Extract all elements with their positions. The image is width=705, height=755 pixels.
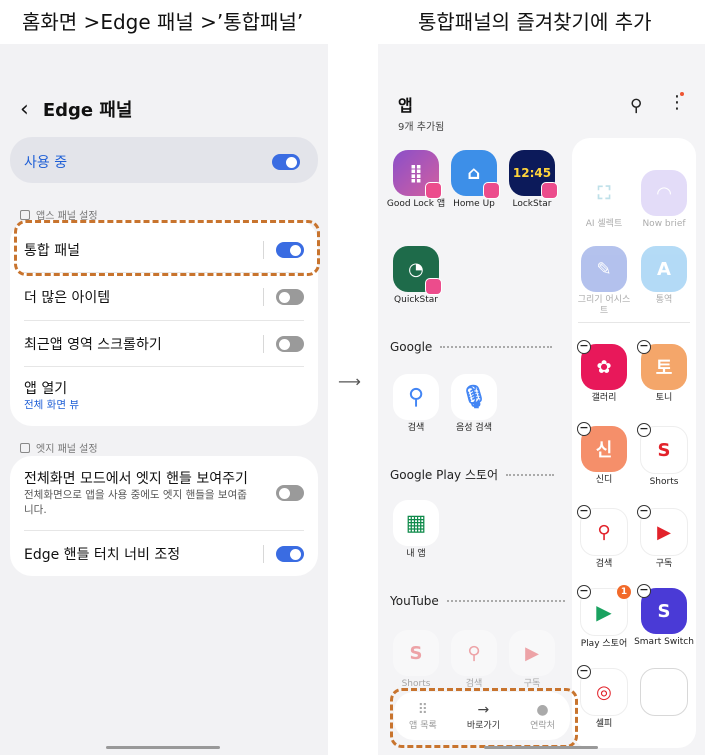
added-count: 9개 추가됨 — [398, 122, 445, 133]
handle-width-toggle[interactable] — [276, 546, 304, 562]
row-more-items[interactable]: 더 많은 아이템 — [24, 287, 304, 307]
edge-settings-card: 전체화면 모드에서 엣지 핸들 보여주기 전체화면으로 앱을 사용 중에도 엣지… — [10, 456, 318, 576]
row-label: 앱 열기 — [24, 381, 68, 397]
yt-search-icon: ⚲ − — [577, 505, 628, 556]
app-good-lock[interactable]: ⣿ Good Lock 앱 — [386, 150, 446, 210]
group-google: Google — [390, 340, 553, 354]
my-apps-icon: ▦ — [393, 500, 439, 546]
fav-empty-slot[interactable] — [634, 668, 694, 716]
google-search-icon: ⚲ — [393, 374, 439, 420]
arrow-right-icon: ⟶ — [338, 372, 361, 391]
interpreter-icon: A — [641, 246, 687, 292]
fav-yt-search[interactable]: ⚲ − 검색 — [574, 505, 634, 570]
app-yt-subscribe[interactable]: ▶ 구독 — [502, 630, 562, 690]
app-my-apps[interactable]: ▦ 내 앱 — [386, 500, 446, 560]
app-yt-shorts[interactable]: S Shorts — [386, 630, 446, 690]
home-indicator — [484, 746, 598, 749]
fav-ai-select[interactable]: ⛶ AI 셀렉트 — [574, 170, 634, 230]
quickstar-icon: ◔ — [393, 246, 442, 295]
row-sublabel: 전체화면으로 앱을 사용 중에도 엣지 핸들을 보여줍니다. — [24, 489, 247, 516]
yt-search-icon: ⚲ — [451, 630, 497, 676]
row-label: Edge 핸들 터치 너비 조정 — [24, 547, 181, 563]
row-fullscreen-handle[interactable]: 전체화면 모드에서 엣지 핸들 보여주기 전체화면으로 앱을 사용 중에도 엣지… — [24, 468, 304, 518]
more-options-icon[interactable]: ⋮ — [668, 94, 686, 112]
fav-smart-switch[interactable]: S − Smart Switch — [634, 584, 694, 648]
subscriptions-icon: ▶ — [509, 630, 555, 676]
panel-icon — [20, 442, 30, 453]
play-store-icon: ▶ − 1 — [577, 585, 631, 636]
row-open-apps[interactable]: 앱 열기 전체 화면 뷰 — [24, 378, 304, 413]
row-label: 더 많은 아이템 — [24, 290, 111, 306]
fav-gallery[interactable]: ✿ − 갤러리 — [574, 340, 634, 404]
right-caption: 통합패널의 즐겨찾기에 추가 — [418, 10, 652, 34]
fullscreen-handle-toggle[interactable] — [276, 485, 304, 501]
home-up-icon: ⌂ — [451, 150, 500, 199]
subscriptions-icon: ▶ − — [637, 505, 688, 556]
page-title: Edge 패널 — [42, 100, 133, 121]
integrated-panel-screen: 앱 9개 추가됨 ⚲ ⋮ ⣿ Good Lock 앱 ⌂ Home Up 12:… — [378, 44, 705, 755]
app-quickstar[interactable]: ◔ QuickStar — [386, 246, 446, 306]
highlight-integrated-panel — [14, 220, 320, 276]
play-store-badge: 1 — [617, 585, 631, 599]
notification-dot — [680, 92, 684, 96]
app-lockstar[interactable]: 12:45 LockStar — [502, 150, 562, 210]
lockstar-icon: 12:45 — [509, 150, 558, 199]
panel-icon — [20, 209, 30, 220]
more-items-toggle[interactable] — [276, 289, 304, 305]
app-yt-search[interactable]: ⚲ 검색 — [444, 630, 504, 690]
fav-interpreter[interactable]: A 통역 — [634, 246, 694, 306]
app-google-voice[interactable]: 🎙 음성 검색 — [444, 374, 504, 434]
microphone-icon: 🎙 — [451, 374, 497, 420]
master-switch-label: 사용 중 — [24, 155, 68, 171]
section-header-edge: 엣지 패널 설정 — [20, 440, 98, 455]
gallery-icon: ✿ − — [577, 340, 627, 390]
ai-select-icon: ⛶ — [581, 170, 627, 216]
row-label: 전체화면 모드에서 엣지 핸들 보여주기 — [24, 471, 248, 487]
smart-switch-icon: S − — [637, 584, 687, 634]
row-sublabel: 전체 화면 뷰 — [24, 399, 79, 411]
fav-selfie[interactable]: ◎ − 셀피 — [574, 665, 634, 730]
fav-yt-subscribe[interactable]: ▶ − 구독 — [634, 505, 694, 570]
search-icon[interactable]: ⚲ — [630, 96, 642, 116]
fav-now-brief[interactable]: ◠ Now brief — [634, 170, 694, 230]
edge-panel-settings-screen: ‹ Edge 패널 사용 중 앱스 패널 설정 통합 패널 더 많은 아이템 최… — [0, 44, 328, 755]
row-handle-width[interactable]: Edge 핸들 터치 너비 조정 — [24, 544, 304, 564]
fav-sketch-assist[interactable]: ✎ 그리기 어시스트 — [574, 246, 634, 317]
fav-play-store[interactable]: ▶ − 1 Play 스토어 — [574, 585, 634, 650]
now-brief-icon: ◠ — [641, 170, 687, 216]
camera-icon: ◎ − — [577, 665, 628, 716]
panel-title: 앱 — [398, 96, 413, 115]
app-home-up[interactable]: ⌂ Home Up — [444, 150, 504, 210]
left-caption: 홈화면 >Edge 패널 >’통합패널’ — [22, 10, 304, 34]
back-icon[interactable]: ‹ — [20, 97, 29, 122]
group-google-play: Google Play 스토어 — [390, 466, 555, 483]
row-recent-scroll[interactable]: 최근앱 영역 스크롤하기 — [24, 334, 304, 354]
tony-icon: 토 − — [637, 340, 687, 390]
favorites-panel: ⛶ AI 셀렉트 ◠ Now brief ✎ 그리기 어시스트 A 통역 ✿ − … — [572, 138, 696, 748]
sketch-assist-icon: ✎ — [581, 246, 627, 292]
row-label: 최근앱 영역 스크롤하기 — [24, 337, 162, 353]
fav-tony[interactable]: 토 − 토니 — [634, 340, 694, 404]
master-switch-card[interactable]: 사용 중 — [10, 137, 318, 183]
fav-sindy[interactable]: 신 − 신디 — [574, 422, 634, 486]
shorts-icon: S − — [637, 423, 688, 474]
good-lock-icon: ⣿ — [393, 150, 442, 199]
sindy-icon: 신 − — [577, 422, 627, 472]
master-toggle[interactable] — [272, 154, 300, 170]
group-youtube: YouTube — [390, 594, 565, 608]
shorts-icon: S — [393, 630, 439, 676]
app-google-search[interactable]: ⚲ 검색 — [386, 374, 446, 434]
empty-slot — [640, 668, 688, 716]
highlight-bottom-bar — [390, 688, 578, 748]
recent-scroll-toggle[interactable] — [276, 336, 304, 352]
fav-shorts[interactable]: S − Shorts — [634, 423, 694, 488]
home-indicator — [106, 746, 220, 749]
